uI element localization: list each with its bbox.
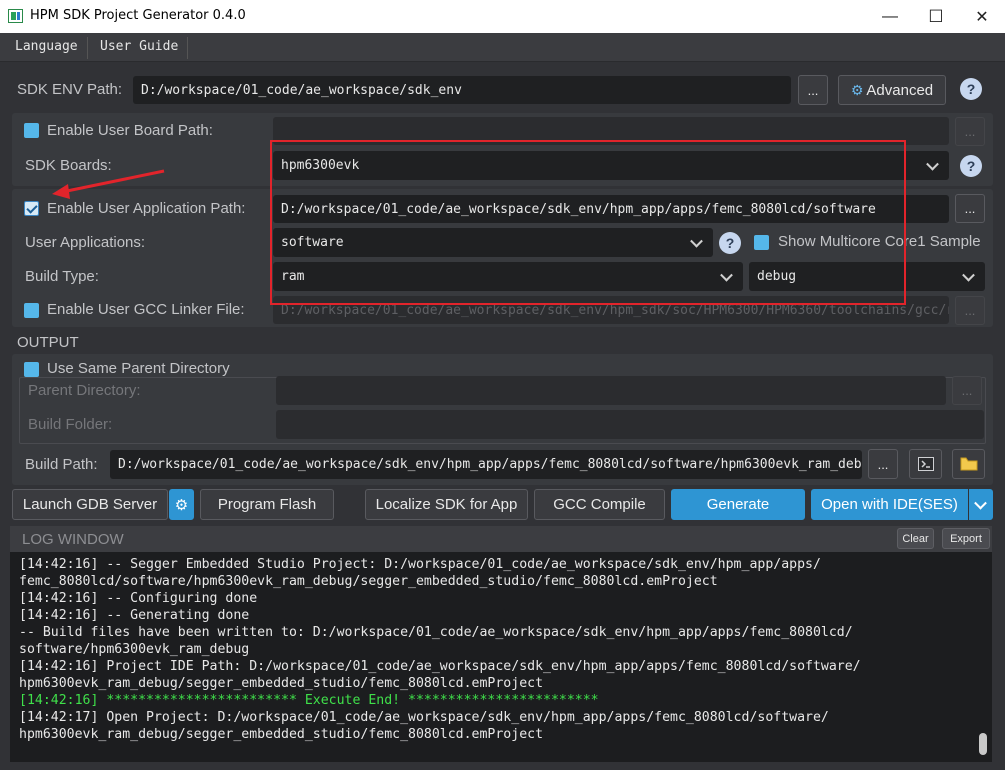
build-type-label: Build Type:: [25, 268, 99, 285]
log-line: -- Build files have been written to: D:/…: [19, 625, 853, 640]
log-header: [10, 526, 992, 552]
log-line: femc_8080lcd/software/hpm6300evk_ram_deb…: [19, 574, 718, 589]
sdk-env-browse-button[interactable]: ...: [798, 75, 828, 105]
log-scrollbar[interactable]: [979, 733, 987, 755]
advanced-button[interactable]: ⚙ Advanced: [838, 75, 946, 105]
maximize-icon[interactable]: ☐: [913, 0, 959, 33]
title-bar: HPM SDK Project Generator 0.4.0 — ☐ ✕: [0, 0, 1005, 33]
open-ide-dropdown-button[interactable]: [969, 489, 993, 520]
parent-directory-field[interactable]: [276, 376, 946, 405]
log-line: [14:42:17] Open Project: D:/workspace/01…: [19, 710, 829, 725]
log-line: [14:42:16] Project IDE Path: D:/workspac…: [19, 659, 861, 674]
launch-gdb-server-button[interactable]: Launch GDB Server: [12, 489, 168, 520]
user-applications-label: User Applications:: [25, 234, 146, 251]
sdk-env-help-icon[interactable]: ?: [960, 78, 982, 100]
gear-icon: ⚙: [850, 81, 864, 98]
close-icon[interactable]: ✕: [959, 0, 1005, 33]
build-folder-field[interactable]: [276, 410, 984, 439]
menu-user-guide[interactable]: User Guide: [100, 39, 178, 54]
sdk-env-path-field[interactable]: D:/workspace/01_code/ae_workspace/sdk_en…: [133, 76, 791, 104]
menu-language[interactable]: Language: [15, 39, 78, 54]
sdk-env-label: SDK ENV Path:: [17, 81, 123, 98]
enable-user-board-label: Enable User Board Path:: [47, 122, 213, 139]
sdk-boards-help-icon[interactable]: ?: [960, 155, 982, 177]
app-icon: [8, 9, 23, 23]
menu-bar: Language User Guide: [0, 33, 1005, 62]
advanced-label: Advanced: [866, 81, 934, 99]
build-path-label: Build Path:: [25, 456, 98, 473]
log-line: [14:42:16] ************************ Exec…: [19, 693, 599, 708]
use-same-parent-label: Use Same Parent Directory: [47, 360, 230, 377]
build-path-field[interactable]: D:/workspace/01_code/ae_workspace/sdk_en…: [110, 450, 862, 479]
log-line: hpm6300evk_ram_debug/segger_embedded_stu…: [19, 727, 544, 742]
enable-linker-checkbox[interactable]: [24, 303, 39, 318]
enable-user-board-checkbox[interactable]: [24, 123, 39, 138]
annotation-box: [270, 140, 906, 305]
use-same-parent-checkbox[interactable]: [24, 362, 39, 377]
user-board-browse-button[interactable]: ...: [955, 117, 985, 146]
user-app-browse-button[interactable]: ...: [955, 194, 985, 223]
open-with-ide-button[interactable]: Open with IDE(SES): [811, 489, 968, 520]
minimize-icon[interactable]: —: [867, 0, 913, 33]
menu-separator: [187, 37, 188, 59]
log-line: [14:42:16] -- Configuring done: [19, 591, 258, 606]
output-section-title: OUTPUT: [17, 334, 79, 351]
log-line: [14:42:16] -- Generating done: [19, 608, 250, 623]
generate-button[interactable]: Generate: [671, 489, 805, 520]
window-title: HPM SDK Project Generator 0.4.0: [30, 8, 246, 23]
program-flash-button[interactable]: Program Flash: [200, 489, 334, 520]
chevron-down-icon: [962, 268, 975, 282]
enable-linker-label: Enable User GCC Linker File:: [47, 301, 245, 318]
chevron-down-icon: [926, 157, 939, 171]
folder-icon[interactable]: [952, 449, 985, 479]
gdb-settings-gear-icon[interactable]: ⚙: [169, 489, 194, 520]
export-log-button[interactable]: Export: [942, 528, 990, 549]
build-path-browse-button[interactable]: ...: [868, 449, 898, 479]
terminal-icon[interactable]: [909, 449, 942, 479]
enable-user-app-checkbox[interactable]: [24, 201, 39, 216]
chevron-down-icon: [974, 496, 987, 510]
log-output: [14:42:16] -- Segger Embedded Studio Pro…: [10, 552, 992, 762]
gcc-compile-button[interactable]: GCC Compile: [534, 489, 665, 520]
log-line: hpm6300evk_ram_debug/segger_embedded_stu…: [19, 676, 544, 691]
log-line: [14:42:16] -- Segger Embedded Studio Pro…: [19, 557, 821, 572]
log-line: software/hpm6300evk_ram_debug: [19, 642, 250, 657]
annotation-arrow: [52, 169, 165, 199]
parent-directory-label: Parent Directory:: [28, 382, 141, 399]
parent-directory-browse-button[interactable]: ...: [952, 376, 982, 405]
menu-separator: [87, 37, 88, 59]
linker-browse-button[interactable]: ...: [955, 296, 985, 325]
localize-sdk-button[interactable]: Localize SDK for App: [365, 489, 528, 520]
clear-log-button[interactable]: Clear: [897, 528, 934, 549]
log-window-title: LOG WINDOW: [22, 531, 124, 548]
build-folder-label: Build Folder:: [28, 416, 113, 433]
